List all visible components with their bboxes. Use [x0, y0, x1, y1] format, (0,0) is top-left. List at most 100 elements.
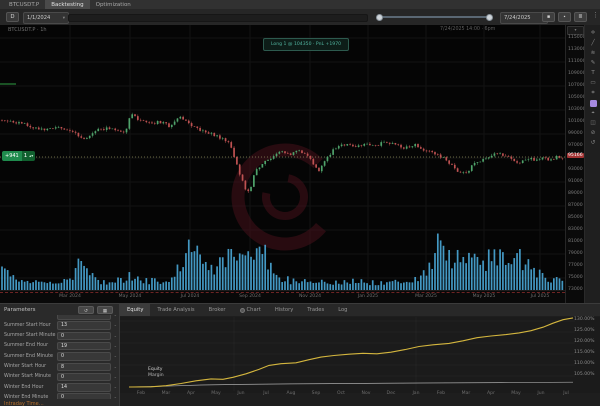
stop-button[interactable]: ■: [542, 12, 555, 22]
tab-label: Chart: [246, 307, 261, 313]
time-axis[interactable]: Mar 2024 May 2024 Jul 2024 Sep 2024 Nov 2024…: [0, 290, 565, 303]
fib-retracement-icon[interactable]: ≋: [585, 49, 600, 58]
text-icon[interactable]: T: [585, 69, 600, 78]
tab-label: Trades: [307, 307, 325, 313]
param-label: Summer End Hour: [4, 343, 49, 349]
tab-trade-analysis[interactable]: Trade Analysis: [150, 304, 201, 316]
axis-settings-box[interactable]: ▾: [567, 26, 584, 35]
param-input[interactable]: 14: [57, 383, 111, 392]
magnet-icon[interactable]: ⊘: [585, 129, 600, 138]
stepper-icon[interactable]: ⌄: [114, 352, 117, 359]
chart-bar-info: 7/24/2025 14:00 · 6pm: [440, 27, 496, 32]
toolbar: D 1/1/2024 ▾ 7/24/2025 ▾ ■▪≣ ⋮: [0, 9, 600, 26]
candlestick-chart[interactable]: [0, 25, 565, 290]
slider-handle-end[interactable]: [486, 13, 493, 21]
titlebar-tab-backtesting[interactable]: Backtesting: [45, 0, 90, 9]
position-badge[interactable]: +941 1 ▴▾: [2, 151, 36, 161]
param-row: Winter Start Minute 0 ⌄: [0, 372, 119, 383]
equity-time-label: Mar: [161, 391, 171, 396]
tab-equity[interactable]: Equity: [120, 304, 151, 316]
price-axis-label: 97000: [568, 143, 583, 148]
param-label: Summer End Minute: [4, 353, 53, 359]
stepper-icon[interactable]: ⌄: [114, 315, 117, 318]
kebab-menu-icon[interactable]: ⋮: [592, 11, 599, 19]
price-axis[interactable]: ▾ 115000 113000 111000 109000 107000 105000 10…: [565, 25, 586, 303]
tab-label: History: [274, 307, 294, 313]
slider-handle-start[interactable]: [376, 13, 383, 21]
pause-button[interactable]: ▪: [558, 12, 571, 22]
param-input[interactable]: 8: [57, 362, 111, 371]
param-row: Summer Start Hour 13 ⌄: [0, 321, 119, 331]
equity-time-label: Jul: [263, 391, 269, 396]
titlebar-tab-btcusdt-p[interactable]: BTCUSDT.P: [3, 0, 45, 9]
price-axis-label: 105000: [568, 95, 586, 100]
param-input[interactable]: 0: [57, 352, 111, 361]
tab-label: Trade Analysis: [157, 307, 195, 313]
shapes-icon[interactable]: ▭: [585, 79, 600, 88]
date-range-slider[interactable]: [374, 11, 496, 23]
stepper-icon[interactable]: ⌄: [114, 321, 117, 328]
param-input[interactable]: 0: [57, 372, 111, 382]
stepper-icon[interactable]: ⌄: [114, 383, 117, 390]
progress-track: [68, 14, 368, 22]
param-label: Summer Start Minute: [4, 333, 56, 339]
param-value: 0: [61, 354, 65, 360]
reset-params-button[interactable]: ↺: [78, 306, 94, 314]
equity-time-label: Apr: [487, 391, 495, 396]
tab-chart[interactable]: Chart: [233, 304, 268, 316]
qty-stepper-icon[interactable]: ▴▾: [29, 151, 36, 161]
tab-history[interactable]: History: [268, 304, 300, 316]
layout-params-button[interactable]: ▦: [97, 306, 113, 314]
equity-curve-chart[interactable]: [120, 317, 600, 393]
stepper-icon[interactable]: ⌄: [114, 363, 117, 370]
param-input[interactable]: 13: [57, 321, 111, 330]
end-date-value: 7/24/2025: [504, 15, 531, 21]
stepper-icon[interactable]: ⌄: [114, 373, 117, 380]
param-row: Winter End Hour 14 ⌄: [0, 383, 119, 393]
stepper-icon[interactable]: ⌄: [114, 393, 117, 399]
equity-time-label: Jun: [537, 391, 545, 396]
session-break-line: [0, 292, 565, 293]
price-chart[interactable]: BTCUSDT.P · 1h 7/24/2025 14:00 · 6pm Lon…: [0, 25, 565, 290]
stepper-icon[interactable]: ⌄: [114, 342, 117, 349]
intraday-time-link[interactable]: Intraday Time…: [4, 401, 114, 406]
equity-time-label: Aug: [286, 391, 296, 396]
color-swatch[interactable]: [585, 99, 600, 108]
param-value: 13: [61, 323, 68, 329]
tab-broker[interactable]: Broker: [202, 304, 233, 316]
trendline-icon[interactable]: ╱: [585, 39, 600, 48]
price-axis-label: 75000: [568, 275, 583, 280]
parameters-title: Parameters: [4, 307, 36, 313]
time-axis-label: Mar 2024: [59, 294, 81, 299]
price-axis-label: 99000: [568, 131, 583, 136]
param-input[interactable]: 0: [57, 331, 111, 341]
price-axis-label: 77000: [568, 263, 583, 268]
tab-log[interactable]: Log: [331, 304, 354, 316]
pattern-icon[interactable]: ⌗: [585, 89, 600, 98]
param-input[interactable]: 19: [57, 341, 111, 351]
param-input[interactable]: 0: [57, 393, 111, 399]
equity-time-label: Jun: [237, 391, 245, 396]
end-date-input[interactable]: 7/24/2025 ▾: [500, 12, 548, 24]
zoom-icon[interactable]: ◫: [585, 119, 600, 128]
equity-panel: Equity Trade Analysis Broker Chart History Tr…: [119, 303, 600, 406]
start-date-input[interactable]: 1/1/2024 ▾: [23, 12, 69, 24]
crosshair-icon[interactable]: ✛: [585, 29, 600, 38]
brush-icon[interactable]: ✎: [585, 59, 600, 68]
undo-icon[interactable]: ↺: [585, 139, 600, 148]
param-input[interactable]: [57, 315, 111, 320]
price-axis-label: 91000: [568, 179, 583, 184]
param-label: Winter End Hour: [4, 384, 44, 390]
equity-axis-label: 120.00%: [574, 339, 595, 344]
measure-icon[interactable]: ⌖: [585, 109, 600, 118]
list-button[interactable]: ≣: [574, 12, 587, 22]
param-label: Winter Start Hour: [4, 364, 47, 369]
chart-legend: BTCUSDT.P · 1h: [8, 27, 47, 33]
tab-trades[interactable]: Trades: [300, 304, 331, 316]
param-value: 0: [61, 395, 65, 399]
stepper-icon[interactable]: ⌄: [114, 332, 117, 339]
titlebar-tab-optimization[interactable]: Optimization: [90, 0, 137, 9]
price-axis-label: 109000: [568, 71, 586, 76]
time-axis-label: May 2025: [472, 294, 496, 299]
interval-button[interactable]: D: [6, 12, 19, 22]
